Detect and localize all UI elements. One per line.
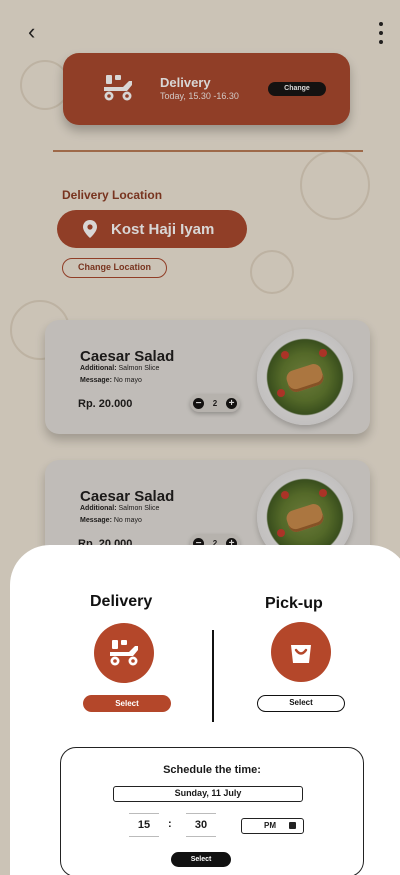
scooter-icon — [110, 640, 138, 666]
quantity-value: 2 — [212, 398, 218, 408]
more-options-button[interactable] — [376, 22, 386, 44]
change-delivery-button[interactable]: Change — [268, 82, 326, 96]
time-separator: : — [168, 818, 172, 830]
delivery-summary-card: Delivery Today, 15.30 -16.30 Change — [63, 53, 350, 125]
date-picker[interactable]: Sunday, 11 July — [113, 786, 303, 802]
divider — [53, 150, 363, 152]
scooter-icon — [104, 75, 132, 101]
schedule-panel: Schedule the time: Sunday, 11 July 15 : … — [60, 747, 364, 875]
food-additional: Additional: Salmon Slice — [80, 505, 160, 512]
delivery-method-sheet: Delivery Pick-up Select Select Schedule … — [10, 545, 400, 875]
food-message: Message: No mayo — [80, 377, 142, 384]
select-pickup-button[interactable]: Select — [257, 695, 345, 712]
food-name: Caesar Salad — [80, 488, 175, 505]
delivery-location-heading: Delivery Location — [62, 188, 163, 202]
background-doodle — [300, 150, 370, 220]
location-name: Kost Haji Iyam — [111, 220, 215, 238]
pickup-option-title: Pick-up — [265, 595, 323, 612]
shopping-bag-icon — [291, 645, 311, 663]
chevron-left-icon: ‹ — [28, 19, 36, 44]
delivery-location-pill[interactable]: Kost Haji Iyam — [57, 210, 247, 248]
select-schedule-button[interactable]: Select — [171, 852, 231, 867]
order-card: Caesar Salad Additional: Salmon Slice Me… — [45, 320, 370, 434]
dropdown-icon — [289, 822, 296, 829]
delivery-option-title: Delivery — [90, 593, 153, 610]
delivery-title: Delivery — [160, 75, 211, 90]
quantity-stepper: − 2 + — [190, 394, 240, 412]
am-pm-select[interactable]: PM — [241, 818, 304, 834]
food-name: Caesar Salad — [80, 348, 175, 365]
food-image — [257, 329, 353, 425]
schedule-title: Schedule the time: — [163, 764, 261, 776]
back-button[interactable]: ‹ — [28, 19, 48, 44]
food-message: Message: No mayo — [80, 517, 142, 524]
change-location-button[interactable]: Change Location — [62, 258, 167, 278]
background-doodle — [250, 250, 294, 294]
hour-field[interactable]: 15 — [129, 813, 159, 837]
select-delivery-button[interactable]: Select — [83, 695, 171, 712]
option-separator — [212, 630, 214, 722]
am-pm-value: PM — [264, 821, 276, 830]
more-vertical-icon — [379, 22, 383, 26]
minute-field[interactable]: 30 — [186, 813, 216, 837]
delivery-option-icon[interactable] — [94, 623, 154, 683]
food-additional: Additional: Salmon Slice — [80, 365, 160, 372]
delivery-time: Today, 15.30 -16.30 — [160, 91, 239, 101]
minus-button[interactable]: − — [193, 397, 204, 409]
location-pin-icon — [83, 220, 97, 238]
pickup-option-icon[interactable] — [271, 622, 331, 682]
food-price: Rp. 20.000 — [78, 398, 133, 410]
plus-button[interactable]: + — [225, 397, 237, 409]
